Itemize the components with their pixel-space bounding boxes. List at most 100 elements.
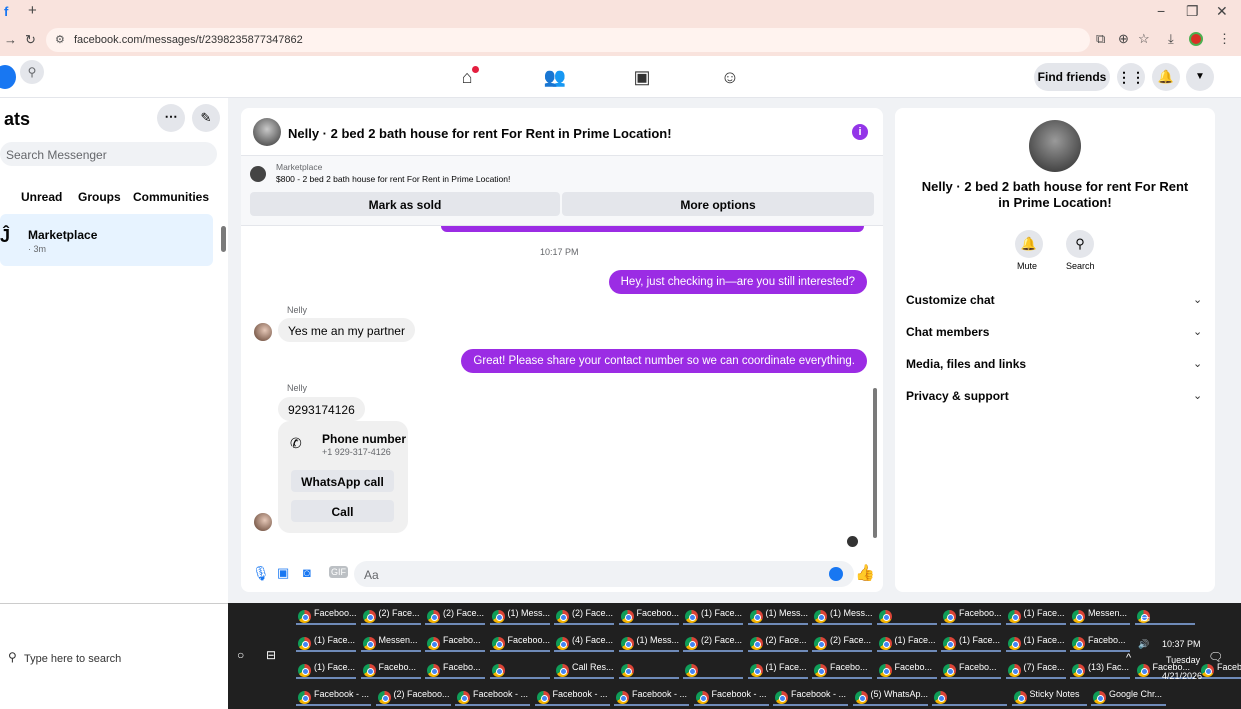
taskbar-window-button[interactable]: (7) Face... xyxy=(1005,662,1066,679)
taskbar-window-button[interactable]: Facebo... xyxy=(941,662,1001,679)
minimize-button[interactable]: − xyxy=(1157,3,1165,19)
zoom-icon[interactable]: ⊕ xyxy=(1118,31,1129,47)
chevron-down-icon[interactable]: ⌄ xyxy=(1193,357,1202,370)
taskbar-window-button[interactable]: Faceboo... xyxy=(941,608,1001,625)
whatsapp-call-button[interactable]: WhatsApp call xyxy=(291,470,394,492)
messenger-search-input[interactable]: Search Messenger xyxy=(0,142,217,166)
taskbar-window-button[interactable] xyxy=(876,608,937,625)
thumbs-up-icon[interactable]: 👍 xyxy=(855,563,875,583)
message-in[interactable]: Yes me an my partner xyxy=(278,318,415,342)
taskbar-window-button[interactable]: Google Chr... xyxy=(1091,689,1166,706)
taskbar-window-button[interactable]: (1) Face... xyxy=(296,662,356,679)
message-in[interactable]: 9293174126 xyxy=(278,397,365,421)
find-friends-button[interactable]: Find friends xyxy=(1034,63,1110,91)
filter-unread[interactable]: Unread xyxy=(21,190,62,204)
taskbar-window-button[interactable]: Facebo... xyxy=(812,662,872,679)
section-media-files[interactable]: Media, files and links xyxy=(906,357,1026,371)
taskbar-window-button[interactable]: (5) WhatsAp... xyxy=(852,689,928,706)
bookmark-star-icon[interactable]: ☆ xyxy=(1138,31,1150,47)
taskbar-window-button[interactable]: Facebook - ... xyxy=(455,689,530,706)
install-icon[interactable]: ⧉ xyxy=(1096,31,1105,47)
taskbar-window-button[interactable]: (2) Faceboo... xyxy=(375,689,451,706)
mark-as-sold-button[interactable]: Mark as sold xyxy=(250,192,560,216)
taskbar-window-button[interactable]: Faceboo... xyxy=(489,635,550,652)
taskbar-window-button[interactable]: (1) Mess... xyxy=(618,635,679,652)
menu-grid-icon[interactable]: ⋮⋮ xyxy=(1117,63,1145,91)
microphone-icon[interactable]: 🎙 xyxy=(252,565,270,582)
message-out[interactable]: Hey, just checking in—are you still inte… xyxy=(608,270,867,294)
taskbar-window-button[interactable]: Facebo... xyxy=(425,635,485,652)
account-dropdown-icon[interactable]: ▼ xyxy=(1186,63,1214,91)
taskbar-window-button[interactable]: Facebook - ... xyxy=(773,689,848,706)
filter-groups[interactable]: Groups xyxy=(78,190,121,204)
taskbar-window-button[interactable]: (1) Face... xyxy=(876,635,937,652)
filter-communities[interactable]: Communities xyxy=(133,190,209,204)
section-privacy-support[interactable]: Privacy & support xyxy=(906,389,1009,403)
download-icon[interactable]: ⤓ xyxy=(1168,31,1174,47)
message-out[interactable]: Great! Please share your contact number … xyxy=(461,349,867,373)
taskbar-window-button[interactable]: Facebook - ... xyxy=(614,689,689,706)
site-settings-icon[interactable]: ⚙ xyxy=(55,33,65,46)
taskbar-window-button[interactable]: Messen... xyxy=(1070,608,1130,625)
taskbar-window-button[interactable]: Call Res... xyxy=(554,662,614,679)
taskbar-window-button[interactable]: (1) Face... xyxy=(296,635,356,652)
taskbar-window-button[interactable]: Facebook - ... xyxy=(296,689,371,706)
taskbar-window-button[interactable]: (13) Fac... xyxy=(1070,662,1130,679)
browser-menu-icon[interactable]: ⋮ xyxy=(1218,31,1231,47)
taskbar-window-button[interactable]: Facebook - ... xyxy=(534,689,610,706)
profile-avatar[interactable] xyxy=(1189,32,1203,46)
taskbar-window-button[interactable]: Facebo... xyxy=(1070,635,1130,652)
address-bar[interactable]: ⚙ facebook.com/messages/t/23982358773478… xyxy=(46,28,1090,52)
taskbar-window-button[interactable] xyxy=(618,662,679,679)
taskbar-window-button[interactable]: Messen... xyxy=(360,635,421,652)
taskbar-window-button[interactable] xyxy=(932,689,1007,706)
cortana-icon[interactable]: ○ xyxy=(237,648,244,662)
forward-icon[interactable]: → xyxy=(4,32,17,47)
reload-icon[interactable]: ↻ xyxy=(25,32,36,48)
search-conversation-icon[interactable]: ⚲ xyxy=(1066,230,1094,258)
facebook-logo-icon[interactable] xyxy=(0,65,16,89)
taskbar-window-button[interactable]: Faceboo... xyxy=(296,608,356,625)
taskbar-window-button[interactable]: (1) Face... xyxy=(1005,608,1066,625)
taskbar-window-button[interactable]: (4) Face... xyxy=(554,635,614,652)
more-options-icon[interactable]: ⋯ xyxy=(157,104,185,132)
conversation-scrollbar[interactable] xyxy=(873,388,877,538)
avatar[interactable] xyxy=(254,513,272,531)
avatar[interactable] xyxy=(254,323,272,341)
taskbar-window-button[interactable]: (2) Face... xyxy=(360,608,421,625)
taskbar-window-button[interactable]: (1) Face... xyxy=(683,608,743,625)
taskbar-window-button[interactable]: Facebo... xyxy=(876,662,937,679)
taskbar-window-button[interactable]: Sticky Notes xyxy=(1011,689,1087,706)
friends-icon[interactable]: 👥 xyxy=(540,64,570,90)
new-tab-button[interactable]: + xyxy=(28,2,37,19)
info-icon[interactable]: i xyxy=(852,124,868,140)
chat-list-item[interactable]: Ĵ Marketplace · 3m xyxy=(0,214,213,266)
close-window-button[interactable]: ✕ xyxy=(1216,3,1228,20)
more-options-button[interactable]: More options xyxy=(562,192,874,216)
taskbar-window-button[interactable]: (2) Face... xyxy=(812,635,872,652)
mute-bell-icon[interactable]: 🔔 xyxy=(1015,230,1043,258)
sidebar-scrollbar[interactable] xyxy=(221,226,226,252)
clock-day[interactable]: Tuesday xyxy=(1166,655,1200,665)
taskbar-window-button[interactable]: (2) Face... xyxy=(683,635,743,652)
taskbar-window-button[interactable]: Facebook - ... xyxy=(693,689,769,706)
section-customize-chat[interactable]: Customize chat xyxy=(906,293,995,307)
gif-icon[interactable]: GIF xyxy=(329,566,348,578)
taskbar-search-box[interactable]: ⚲ Type here to search xyxy=(0,603,228,709)
taskbar-window-button[interactable]: (2) Face... xyxy=(554,608,614,625)
sticker-icon[interactable]: ◙ xyxy=(303,565,311,580)
facebook-favicon-icon[interactable]: f xyxy=(4,4,8,19)
groups-icon[interactable]: ☺ xyxy=(715,64,745,90)
tray-overflow-icon[interactable]: ^ xyxy=(1126,652,1131,664)
taskbar-window-button[interactable]: (1) Face... xyxy=(1005,635,1066,652)
volume-icon[interactable]: 🔊 xyxy=(1138,639,1149,650)
taskbar-window-button[interactable]: Facebo... xyxy=(1199,662,1241,679)
image-icon[interactable]: ▣ xyxy=(277,565,289,581)
taskbar-window-button[interactable] xyxy=(489,662,550,679)
emoji-icon[interactable] xyxy=(829,567,843,581)
taskbar-window-button[interactable]: (1) Mess... xyxy=(812,608,872,625)
search-icon[interactable]: ⚲ xyxy=(20,60,44,84)
chevron-down-icon[interactable]: ⌄ xyxy=(1193,293,1202,306)
taskbar-window-button[interactable]: Facebo... xyxy=(425,662,485,679)
taskbar-window-button[interactable] xyxy=(683,662,743,679)
